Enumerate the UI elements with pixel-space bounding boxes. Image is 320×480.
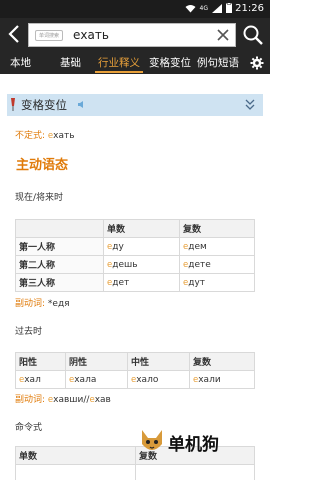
- person-label: 第三人称: [15, 273, 104, 292]
- tab-industry[interactable]: 行业释义: [98, 55, 140, 70]
- table-header-plural: 复数: [179, 219, 255, 238]
- status-bar: 4G 21:26: [0, 0, 270, 18]
- speaker-icon[interactable]: [77, 100, 86, 109]
- tab-local[interactable]: 本地: [10, 55, 31, 70]
- voice-title: 主动语态: [16, 158, 69, 173]
- content-area[interactable]: 变格变位 不定式: ехать 主动语态 现在/将来时 单数 复数 第一人称 е…: [0, 74, 270, 480]
- watermark-text: 单机狗: [168, 435, 219, 455]
- watermark: 单机狗: [138, 424, 254, 462]
- conjugation-cell: ехала: [65, 370, 128, 389]
- tab-examples[interactable]: 例句短语: [197, 55, 239, 70]
- participle-value: хавши//: [53, 395, 90, 405]
- present-participle-line: 副动词: *едя: [15, 296, 70, 309]
- table-header-row: 阳性 阴性 中性 复数: [15, 352, 255, 371]
- past-tense-table: 阳性 阴性 中性 复数 ехал ехала ехало ехали: [15, 352, 255, 389]
- search-icon[interactable]: [242, 24, 264, 46]
- participle-value: *едя: [47, 299, 70, 309]
- search-toolbar: 单词搜索 ехать: [0, 18, 270, 51]
- imperative-label: 命令式: [15, 423, 43, 433]
- battery-icon: [226, 3, 232, 13]
- table-header-cell: 阳性: [15, 352, 66, 371]
- past-participle-line: 副动词: ехавши//ехав: [15, 395, 111, 405]
- tab-basic[interactable]: 基础: [60, 55, 81, 70]
- clear-icon[interactable]: [215, 27, 231, 43]
- conjugation-cell: едет: [103, 273, 180, 292]
- conjugation-cell: еду: [103, 237, 180, 256]
- table-header-cell: 复数: [189, 352, 255, 371]
- infinitive-value: хать: [53, 131, 75, 141]
- conjugation-cell: ехало: [127, 370, 190, 389]
- table-header-singular: 单数: [103, 219, 180, 238]
- table-header-cell: 阴性: [65, 352, 128, 371]
- search-query-text[interactable]: ехать: [73, 28, 109, 42]
- tab-bar: 本地 基础 行业释义 变格变位 例句短语: [0, 51, 270, 74]
- pin-icon: [11, 98, 15, 111]
- table-row: [15, 464, 255, 480]
- infinitive-line: 不定式: ехать: [15, 128, 75, 141]
- participle-value-2: хав: [94, 395, 111, 405]
- status-icons: 4G: [185, 3, 232, 13]
- table-row: 第三人称 едет едут: [15, 273, 255, 292]
- wifi-icon: [185, 4, 196, 12]
- person-label: 第一人称: [15, 237, 104, 256]
- conjugation-cell: едем: [179, 237, 255, 256]
- gear-icon[interactable]: [250, 56, 264, 70]
- section-header[interactable]: 变格变位: [7, 94, 263, 116]
- search-input[interactable]: 单词搜索 ехать: [28, 23, 236, 47]
- table-row: 第二人称 едешь едете: [15, 255, 255, 274]
- table-header-cell: 中性: [127, 352, 190, 371]
- table-row: 第一人称 еду едем: [15, 237, 255, 256]
- network-label: 4G: [199, 4, 208, 12]
- present-future-label: 现在/将来时: [15, 193, 64, 203]
- participle-label: 副动词:: [15, 299, 46, 309]
- present-future-table: 单数 复数 第一人称 еду едем 第二人称 едешь едете 第三人…: [15, 219, 255, 292]
- participle-label: 副动词:: [15, 395, 46, 405]
- section-title: 变格变位: [21, 98, 67, 112]
- signal-icon: [212, 3, 222, 13]
- active-tab-indicator: [95, 71, 143, 73]
- search-source-tag[interactable]: 单词搜索: [35, 30, 64, 41]
- collapse-chevron-icon[interactable]: [245, 99, 255, 111]
- status-time: 21:26: [235, 3, 264, 14]
- infinitive-label: 不定式:: [15, 131, 46, 141]
- person-label: 第二人称: [15, 255, 104, 274]
- conjugation-cell: ехал: [15, 370, 66, 389]
- table-row: ехал ехала ехало ехали: [15, 370, 255, 389]
- dog-logo-icon: [142, 430, 162, 450]
- table-header-row: 单数 复数: [15, 219, 255, 238]
- conjugation-cell: едешь: [103, 255, 180, 274]
- table-header-cell: 单数: [15, 446, 136, 465]
- conjugation-cell: едут: [179, 273, 255, 292]
- conjugation-cell: едете: [179, 255, 255, 274]
- back-button[interactable]: [4, 23, 24, 45]
- tab-declension[interactable]: 变格变位: [149, 55, 191, 70]
- back-arrow-icon: [8, 25, 19, 43]
- conjugation-cell: ехали: [189, 370, 255, 389]
- past-tense-label: 过去时: [15, 327, 43, 337]
